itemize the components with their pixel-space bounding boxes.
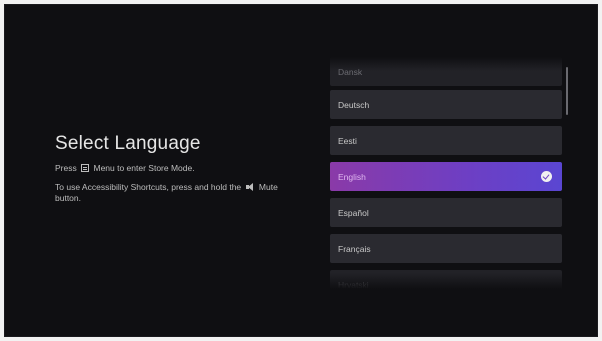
store-mode-hint: Press Menu to enter Store Mode. <box>55 163 195 173</box>
page-title: Select Language <box>55 133 201 154</box>
language-label: Español <box>338 207 369 218</box>
setup-screen: Select Language Press Menu to enter Stor… <box>4 4 598 337</box>
language-label: Français <box>338 243 371 254</box>
accessibility-hint: To use Accessibility Shortcuts, press an… <box>55 182 278 203</box>
language-item-hrvatski[interactable]: Hrvatski <box>330 270 562 289</box>
language-label: Dansk <box>338 66 363 77</box>
language-item-dansk[interactable]: Dansk <box>330 57 562 86</box>
menu-icon <box>81 164 90 172</box>
intro-panel: Select Language Press Menu to enter Stor… <box>55 133 295 204</box>
mute-icon <box>245 183 255 191</box>
language-list[interactable]: Dansk Deutsch Eesti English Español Fran… <box>330 57 562 289</box>
language-item-eesti[interactable]: Eesti <box>330 126 562 155</box>
language-label: Deutsch <box>338 99 370 110</box>
language-label: English <box>338 171 366 182</box>
language-label: Hrvatski <box>338 279 369 290</box>
check-circle-icon <box>541 171 552 182</box>
language-item-english[interactable]: English <box>330 162 562 191</box>
language-label: Eesti <box>338 135 357 146</box>
language-item-espanol[interactable]: Español <box>330 198 562 227</box>
language-item-deutsch[interactable]: Deutsch <box>330 90 562 119</box>
list-scrollbar[interactable] <box>566 67 568 115</box>
language-item-francais[interactable]: Français <box>330 234 562 263</box>
